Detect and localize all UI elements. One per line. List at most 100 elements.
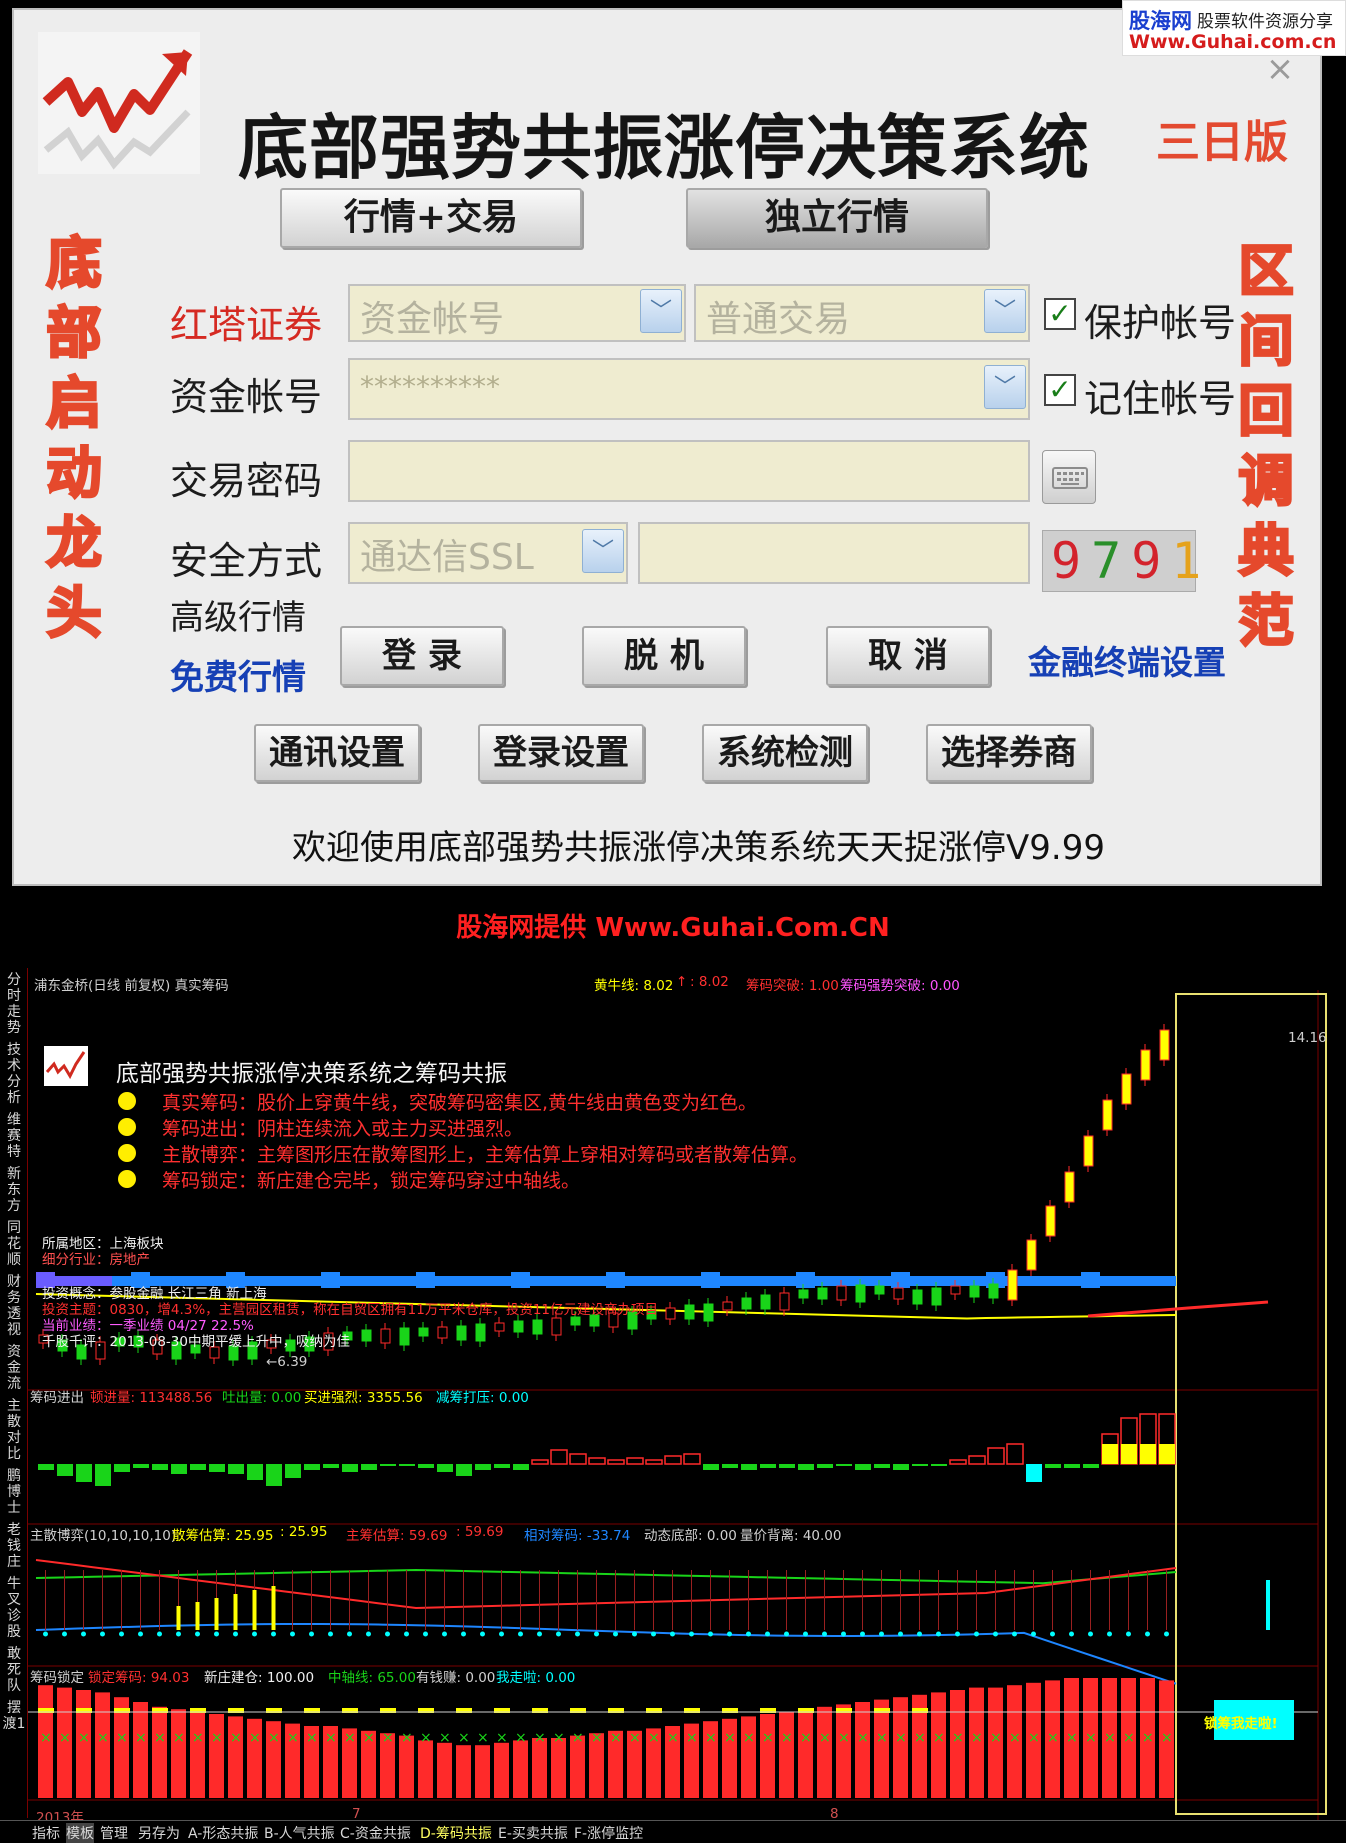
lock-bar — [418, 1740, 433, 1798]
standalone-quote-button[interactable]: 独立行情 — [686, 188, 988, 248]
system-check-button[interactable]: 系统检测 — [702, 724, 868, 782]
trade-type-value: 普通交易 — [706, 299, 851, 340]
side-tab[interactable]: 主散对比 — [2, 1398, 26, 1462]
chart-header-yellow-bull-2: : 8.02 — [690, 974, 729, 990]
bottom-dot — [157, 1631, 162, 1637]
verification-code-field[interactable] — [638, 522, 1030, 584]
flow-bar-down — [703, 1464, 719, 1470]
bottom-tab[interactable]: A-形态共振 — [188, 1823, 258, 1843]
lock-marker: × — [572, 1730, 584, 1746]
chevron-down-icon[interactable]: ﹀ — [582, 529, 624, 573]
bottom-tab[interactable]: E-买卖共振 — [498, 1823, 568, 1843]
side-tab[interactable]: 新东方 — [2, 1166, 26, 1214]
chevron-down-icon[interactable]: ﹀ — [984, 289, 1026, 333]
bottom-dot — [290, 1631, 295, 1637]
offline-button[interactable]: 脱 机 — [582, 626, 746, 686]
cancel-button[interactable]: 取 消 — [826, 626, 990, 686]
bottom-tab[interactable]: 另存为 — [138, 1823, 180, 1843]
candle-body — [969, 1285, 980, 1298]
chevron-down-icon[interactable]: ﹀ — [984, 365, 1026, 409]
lock-marker: × — [629, 1730, 641, 1746]
candle-body — [494, 1322, 505, 1332]
lock-bar — [836, 1704, 851, 1798]
select-broker-button[interactable]: 选择券商 — [926, 724, 1092, 782]
login-button[interactable]: 登 录 — [340, 626, 504, 686]
lock-marker: × — [990, 1730, 1002, 1746]
bottom-tab[interactable]: 模板 — [66, 1823, 94, 1843]
side-tab[interactable]: 敢死队 — [2, 1646, 26, 1694]
flow-bar-down — [931, 1464, 947, 1466]
chip-band — [397, 1276, 416, 1286]
captcha-image[interactable]: 9791 — [1042, 530, 1201, 592]
side-tab[interactable]: 牛叉诊股 — [2, 1576, 26, 1640]
bottom-tab[interactable]: F-涨停监控 — [574, 1823, 643, 1843]
side-tab[interactable]: 鹏博士 — [2, 1468, 26, 1516]
bottom-dot — [138, 1631, 143, 1637]
security-method-select[interactable]: 通达信SSL ﹀ — [348, 522, 628, 584]
bottom-dot — [385, 1631, 390, 1637]
lock-marker: × — [1047, 1730, 1059, 1746]
flow-bar-down — [456, 1464, 472, 1476]
welcome-message: 欢迎使用底部强势共振涨停决策系统天天捉涨停V9.99 — [292, 828, 1105, 868]
lock-marker: × — [458, 1730, 470, 1746]
lock-marker: × — [496, 1730, 508, 1746]
bottom-tab[interactable]: C-资金共振 — [340, 1823, 411, 1843]
chip-band — [777, 1276, 796, 1286]
flow-bar-down — [95, 1464, 111, 1486]
candle-body — [1121, 1073, 1132, 1105]
flow-bar-down — [323, 1464, 339, 1468]
bottom-dot — [119, 1631, 124, 1637]
lock-marker: × — [857, 1730, 869, 1746]
lock-marker: × — [1066, 1730, 1078, 1746]
bottom-dot — [442, 1631, 447, 1637]
account-field[interactable]: ********** ﹀ — [348, 358, 1030, 420]
flow-bar-down — [836, 1464, 852, 1466]
remember-account-checkbox[interactable]: ✓ — [1044, 374, 1076, 406]
comm-settings-button[interactable]: 通讯设置 — [254, 724, 420, 782]
terminal-settings-link[interactable]: 金融终端设置 — [1028, 636, 1226, 684]
bottom-tab[interactable]: B-人气共振 — [264, 1823, 335, 1843]
chip-band — [891, 1272, 910, 1288]
bottom-tab[interactable]: 管理 — [100, 1823, 128, 1843]
security-label: 安全方式 — [170, 539, 323, 583]
chevron-down-icon[interactable]: ﹀ — [640, 289, 682, 333]
candle-body — [817, 1287, 828, 1300]
chip-band — [340, 1276, 359, 1286]
password-field[interactable] — [348, 440, 1030, 502]
bottom-tab[interactable]: 指标 — [32, 1823, 60, 1843]
panel4-name: 筹码锁定 — [30, 1670, 84, 1686]
side-tab[interactable]: 资金流 — [2, 1344, 26, 1392]
lock-bar — [190, 1711, 205, 1798]
bottom-tab[interactable]: D-筹码共振 — [420, 1823, 492, 1843]
side-tab[interactable]: 财务透视 — [2, 1274, 26, 1338]
side-tab[interactable]: 老钱庄 — [2, 1522, 26, 1570]
lock-marker: × — [40, 1730, 52, 1746]
lock-bar — [209, 1714, 224, 1798]
candle-body — [570, 1316, 581, 1326]
lock-bar — [532, 1738, 547, 1798]
protect-account-checkbox[interactable]: ✓ — [1044, 298, 1076, 330]
free-quote-link[interactable]: 免费行情 — [170, 650, 306, 699]
keyboard-icon[interactable] — [1042, 450, 1096, 504]
chip-band — [549, 1276, 568, 1286]
close-icon[interactable]: × — [1260, 52, 1300, 86]
panel4-c: 中轴线: 65.00 — [328, 1670, 416, 1686]
side-tab[interactable]: 摆渡1 — [2, 1700, 26, 1732]
login-settings-button[interactable]: 登录设置 — [478, 724, 644, 782]
bottom-dot — [195, 1631, 200, 1637]
chip-band — [1024, 1276, 1043, 1286]
password-label: 交易密码 — [170, 459, 323, 503]
candle-body — [1159, 1029, 1170, 1061]
side-tab[interactable]: 同花顺 — [2, 1220, 26, 1268]
quote-trade-button[interactable]: 行情+交易 — [280, 188, 582, 248]
trade-type-select[interactable]: 普通交易 ﹀ — [694, 284, 1030, 342]
lock-marker: × — [553, 1730, 565, 1746]
candle-body — [988, 1283, 999, 1299]
side-tab[interactable]: 分时走势 — [2, 972, 26, 1036]
lock-bar — [855, 1702, 870, 1798]
side-tab[interactable]: 技术分析 — [2, 1042, 26, 1106]
lock-marker: × — [287, 1730, 299, 1746]
side-tab[interactable]: 维赛特 — [2, 1112, 26, 1160]
account-type-select[interactable]: 资金帐号 ﹀ — [348, 284, 686, 342]
bottom-tab-bar: 指标 模板 管理 另存为 A-形态共振 B-人气共振 C-资金共振 D-筹码共振 E-买卖共振 F… — [0, 1820, 1346, 1843]
